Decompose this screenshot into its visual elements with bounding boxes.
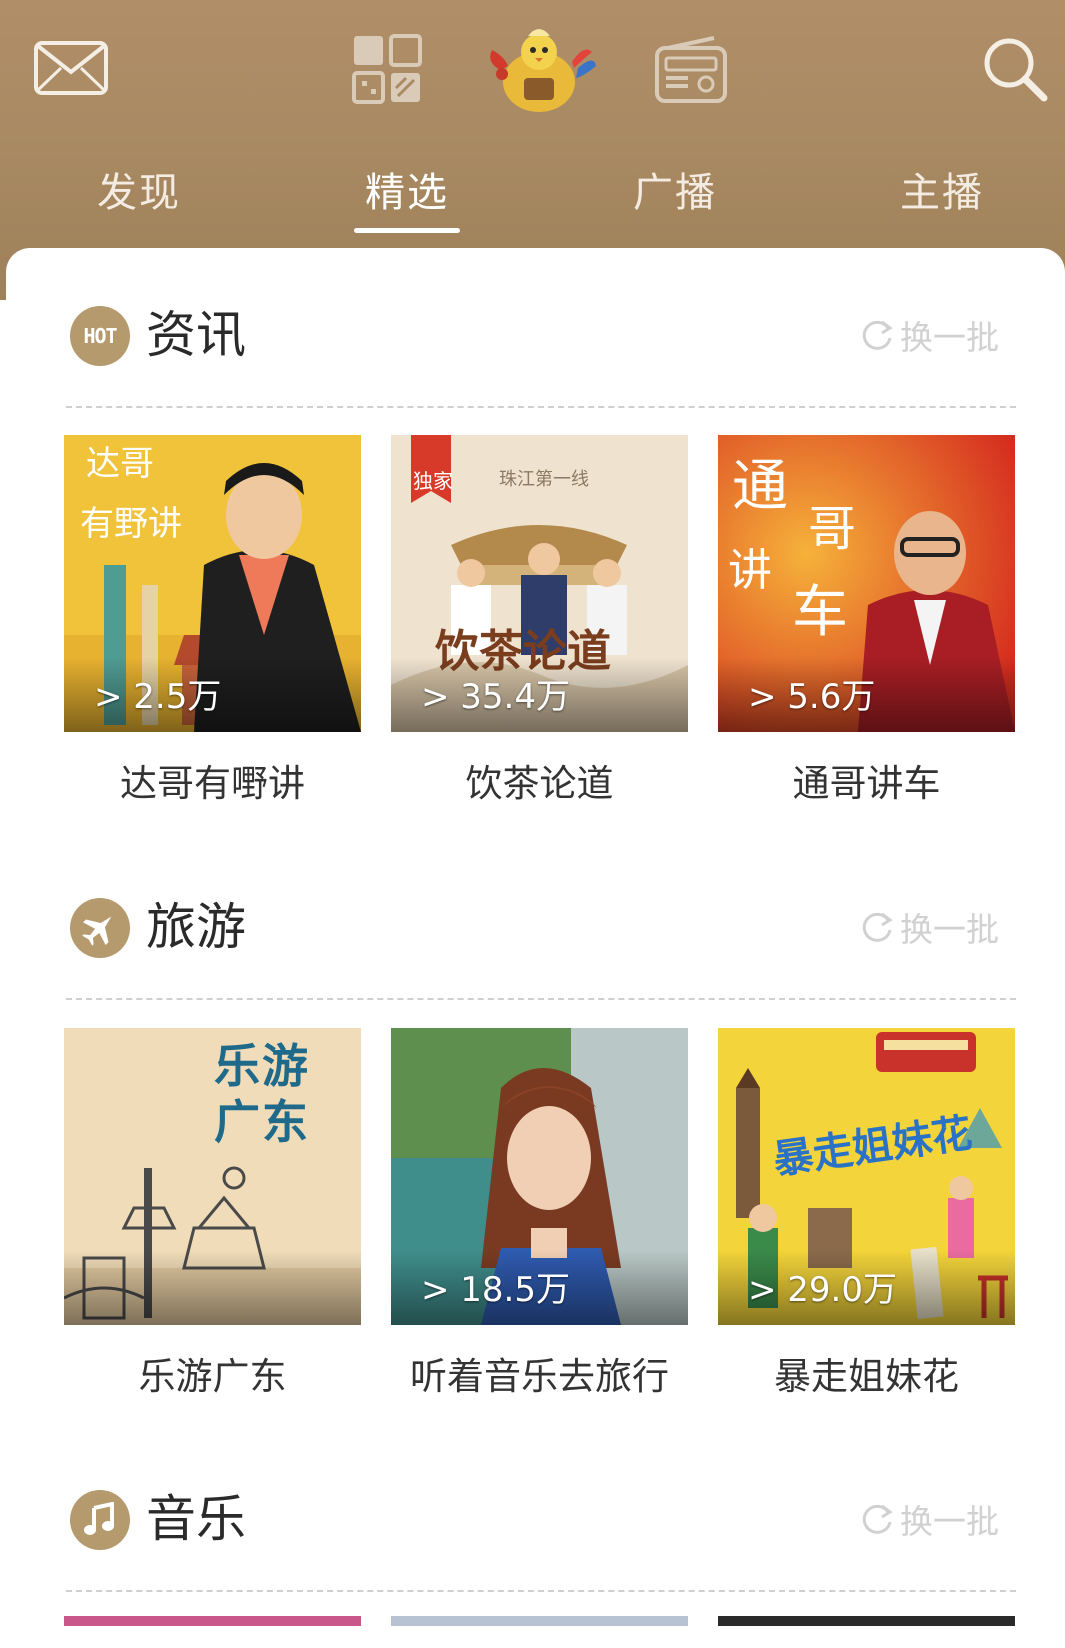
cover-subtitle: 珠江第一线 (499, 469, 589, 490)
program-cover-partial[interactable] (718, 1616, 1015, 1626)
airplane-icon (70, 898, 130, 958)
play-count: > 35.4万 (421, 677, 570, 717)
section-title: 资讯 (146, 306, 246, 364)
section-divider (66, 406, 1016, 408)
program-cover: 独家 珠江第一线 饮茶论道 > 35.4万 (391, 435, 688, 732)
program-cover: 达哥 有野讲 > 2.5万 (64, 435, 361, 732)
play-count: > 5.6万 (748, 677, 876, 717)
program-title: 听着音乐去旅行 (410, 1355, 669, 1398)
exclusive-badge: 独家 (413, 469, 453, 493)
cover-title: 讲 (728, 545, 772, 596)
program-title: 暴走姐妹花 (774, 1355, 959, 1398)
section-divider (66, 1590, 1016, 1592)
category-grid-icon[interactable] (352, 34, 422, 104)
tab-broadcast[interactable]: 广播 (585, 160, 765, 218)
refresh-button[interactable]: 换一批 (860, 897, 999, 957)
radio-icon[interactable] (654, 34, 728, 104)
cover-title: 哥 (808, 501, 856, 557)
refresh-icon (862, 1504, 893, 1534)
program-cover-partial[interactable] (64, 1616, 361, 1626)
program-cover: 乐游广东 (64, 1028, 361, 1325)
program-title: 乐游广东 (138, 1355, 287, 1398)
cover-title: 乐游广东 (214, 1039, 310, 1149)
tab-bar: 发现 精选 广播 主播 (0, 150, 1065, 240)
tab-hosts[interactable]: 主播 (852, 160, 1032, 218)
cover-title: 达哥 (86, 444, 154, 484)
cover-title: 车 (792, 580, 848, 645)
section-divider (66, 998, 1016, 1000)
music-note-icon (70, 1490, 130, 1550)
cover-title: 通 (732, 454, 788, 519)
refresh-icon (862, 320, 893, 350)
section-title: 音乐 (146, 1490, 246, 1548)
program-cover: 通 哥 讲 车 > 5.6万 (718, 435, 1015, 732)
tab-discover[interactable]: 发现 (49, 160, 229, 218)
play-count: > 18.5万 (421, 1270, 570, 1310)
refresh-button[interactable]: 换一批 (860, 305, 999, 365)
mail-icon[interactable] (32, 38, 110, 98)
play-count: > 2.5万 (94, 677, 222, 717)
program-title: 达哥有嘢讲 (120, 762, 305, 805)
mascot-logo[interactable] (480, 22, 598, 122)
section-title: 旅游 (146, 898, 246, 956)
tab-featured[interactable]: 精选 (317, 160, 497, 218)
search-icon[interactable] (980, 34, 1050, 104)
program-title: 饮茶论道 (465, 762, 614, 805)
active-tab-indicator (354, 228, 460, 233)
play-count: > 29.0万 (748, 1270, 897, 1310)
program-cover: > 18.5万 (391, 1028, 688, 1325)
refresh-icon (862, 912, 893, 942)
refresh-button[interactable]: 换一批 (860, 1489, 999, 1549)
program-cover: 暴走姐妹花 > 29.0万 (718, 1028, 1015, 1325)
hot-icon: HOT (70, 306, 130, 366)
program-cover-partial[interactable] (391, 1616, 688, 1626)
cover-title: 有野讲 (80, 504, 182, 544)
program-title: 通哥讲车 (792, 762, 941, 805)
cover-gradient (64, 1250, 361, 1325)
